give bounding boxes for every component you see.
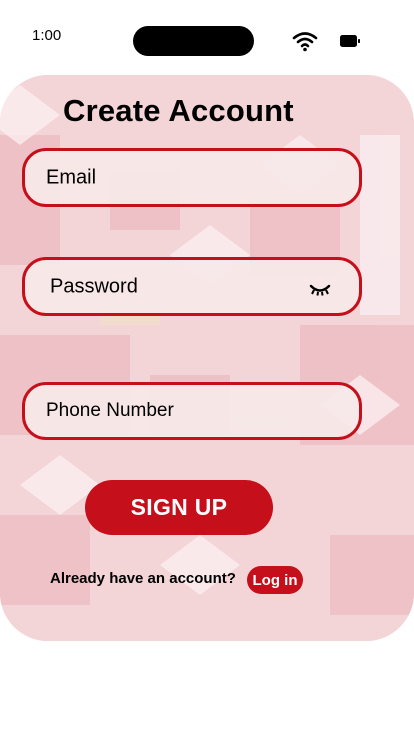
wifi-icon: [292, 32, 318, 52]
already-have-account-text: Already have an account?: [50, 570, 236, 587]
dynamic-island: [133, 26, 254, 56]
sign-up-button[interactable]: SIGN UP: [85, 480, 273, 535]
password-placeholder: Password: [50, 275, 138, 297]
status-time: 1:00: [32, 27, 62, 44]
eye-closed-icon[interactable]: [309, 284, 331, 296]
phone-number-placeholder: Phone Number: [46, 400, 174, 421]
log-in-button[interactable]: Log in: [247, 566, 303, 594]
battery-icon: [340, 35, 360, 47]
page-title: Create Account: [63, 93, 294, 128]
signup-form: Create Account Email Password Phone Numb…: [0, 75, 414, 641]
signup-card: Create Account Email Password Phone Numb…: [0, 75, 414, 641]
email-field[interactable]: Email: [22, 148, 362, 207]
password-field[interactable]: Password: [22, 257, 362, 316]
phone-number-field[interactable]: Phone Number: [22, 382, 362, 440]
email-placeholder: Email: [46, 166, 97, 188]
